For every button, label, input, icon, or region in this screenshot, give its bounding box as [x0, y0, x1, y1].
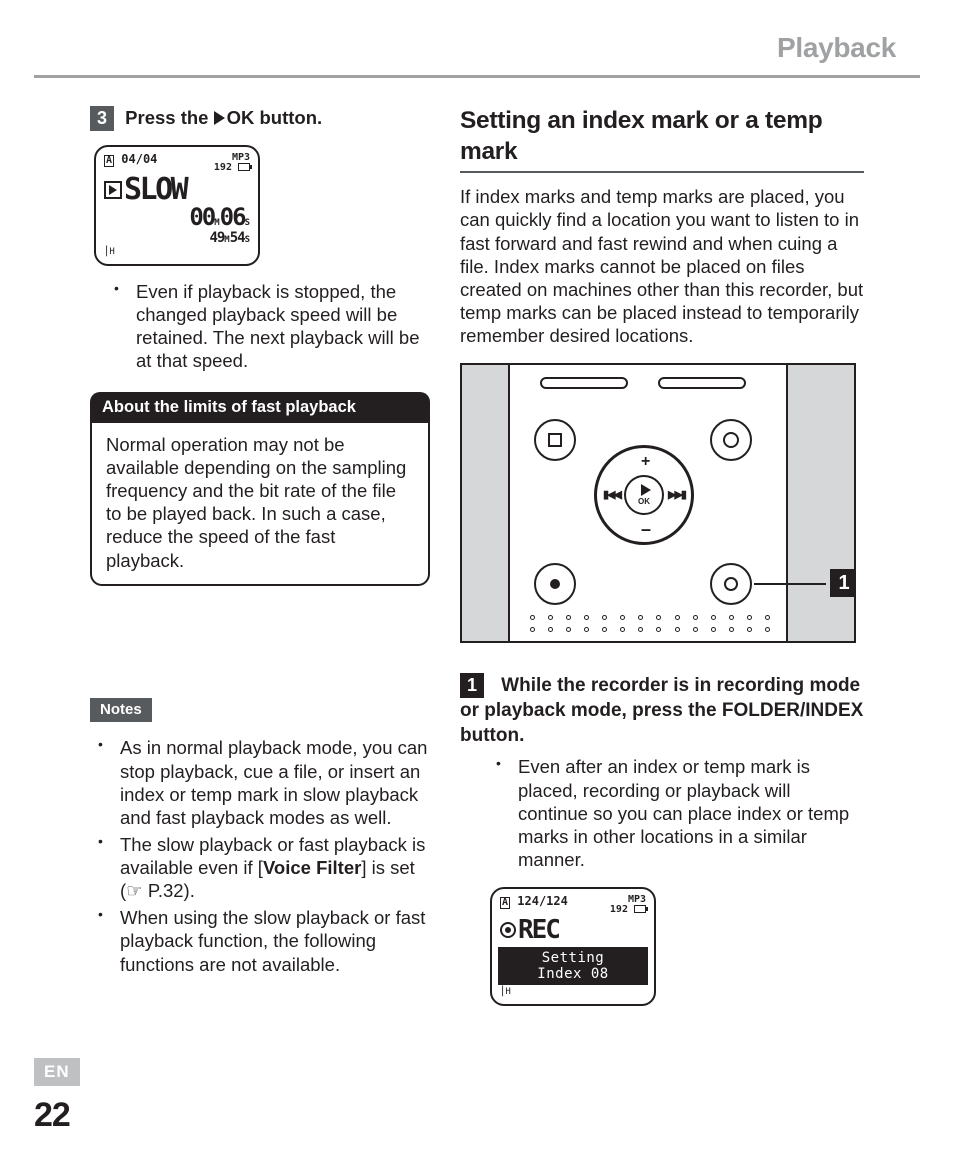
dpad: + – ▮◀◀ ▶▶▮ OK [594, 445, 694, 545]
play-icon [214, 111, 225, 125]
lcd2-fmt1: MP3 [628, 894, 646, 905]
step3-pre: Press the [125, 107, 208, 128]
lcd1-count: 04/04 [121, 152, 157, 166]
lcd1-indicator: ⎮H [104, 247, 250, 258]
stop-button-icon [534, 419, 576, 461]
lcd2-big: REC [518, 917, 559, 943]
header-rule [34, 75, 920, 78]
limits-body: Normal operation may not be available de… [106, 434, 406, 571]
page-number: 22 [34, 1094, 80, 1137]
folder-index-button-icon [710, 563, 752, 605]
step-3-instruction: 3 Press the OK button. [90, 106, 430, 131]
notes-label: Notes [90, 698, 152, 723]
step1-bold: FOLDER/INDEX [722, 700, 863, 721]
lcd1-tm: 00 [189, 203, 214, 231]
play-status-icon [104, 181, 122, 199]
section-heading: Setting an index mark or a temp mark [460, 106, 864, 167]
battery-icon [238, 163, 250, 171]
step3-note-1: Even if playback is stopped, the changed… [136, 280, 430, 373]
lcd1-folder: A [104, 155, 114, 167]
recorder-diagram: + – ▮◀◀ ▶▶▮ OK 1 [460, 363, 856, 643]
page-footer: EN 22 [34, 1058, 80, 1136]
lcd1-sm: 49 [209, 230, 224, 246]
notes-list: As in normal playback mode, you can stop… [92, 736, 430, 975]
lcd1-fmt2: 192 [214, 162, 232, 173]
step-1-instruction: 1 While the recorder is in recording mod… [460, 673, 864, 747]
section-rule [460, 171, 864, 173]
step3-post: button. [254, 107, 322, 128]
lcd2-indicator: ⎮H [500, 987, 646, 998]
lcd1-fmt1: MP3 [232, 152, 250, 163]
step3-ok: OK [227, 107, 255, 128]
dpad-ok-label: OK [638, 497, 650, 507]
limits-heading: About the limits of fast playback [90, 392, 430, 423]
lcd2-fmt2: 192 [610, 904, 628, 915]
rec-status-icon [500, 922, 516, 938]
note-2: The slow playback or fast playback is av… [120, 833, 430, 902]
lcd1-ss: 54 [230, 230, 245, 246]
lcd-screenshot-rec: A 124/124 MP3192 REC Setting Index 08 ⎮H [490, 887, 656, 1006]
side-tab: 3 Playback [0, 442, 8, 548]
lcd2-count: 124/124 [517, 894, 568, 908]
lcd1-big: SLOW [124, 175, 186, 205]
battery-icon-2 [634, 905, 646, 913]
note2-bold: Voice Filter [263, 857, 361, 878]
section-intro: If index marks and temp marks are placed… [460, 185, 864, 347]
lcd-screenshot-slow: A 04/04 MP3192 SLOW 00M06S 49M54S ⎮H [94, 145, 260, 266]
note-3: When using the slow playback or fast pla… [120, 906, 430, 975]
callout-1: 1 [830, 569, 856, 597]
lcd2-message: Setting Index 08 [498, 947, 648, 985]
lcd2-msg1: Setting [542, 950, 605, 966]
step1-notes-list: Even after an index or temp mark is plac… [490, 755, 864, 871]
step-3-badge: 3 [90, 106, 114, 131]
step3-notes-list: Even if playback is stopped, the changed… [108, 280, 430, 373]
lcd2-folder: A [500, 897, 510, 909]
step-1-badge: 1 [460, 673, 484, 698]
ok-button-icon: OK [624, 475, 664, 515]
chapter-number: 3 [0, 442, 8, 475]
language-badge: EN [34, 1058, 80, 1085]
limits-box: Normal operation may not be available de… [90, 423, 430, 586]
record-button-icon [710, 419, 752, 461]
note-1: As in normal playback mode, you can stop… [120, 736, 430, 829]
lcd2-msg2: Index 08 [537, 966, 608, 982]
left-small-button-icon [534, 563, 576, 605]
lcd1-ts: 06 [220, 203, 245, 231]
step1-note-1: Even after an index or temp mark is plac… [518, 755, 864, 871]
page-header-title: Playback [34, 30, 920, 65]
step1-post: button. [460, 725, 524, 746]
